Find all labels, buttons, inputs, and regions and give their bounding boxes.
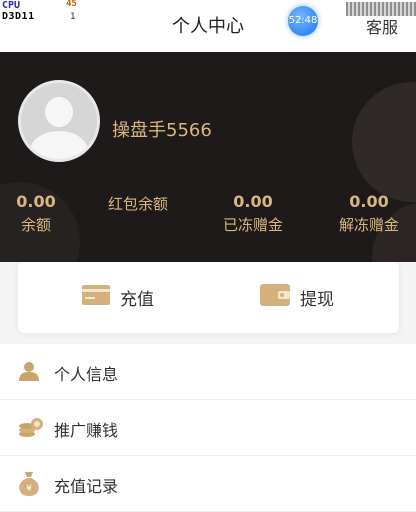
- stat-value: 0.00: [233, 192, 273, 211]
- profile-header: 操盘手5566 0.00 余额 红包余额 0.00 已冻赠金 0.00 解冻赠金: [0, 52, 416, 262]
- avatar-head-shape: [45, 97, 73, 127]
- stat-value: 0.00: [16, 192, 56, 211]
- withdraw-button[interactable]: 提现: [260, 284, 334, 310]
- customer-service-button[interactable]: 客服: [366, 14, 398, 38]
- recharge-button[interactable]: 充值: [82, 284, 154, 310]
- coins-icon: [18, 416, 44, 442]
- card-icon: [82, 285, 110, 309]
- stat-red-packet: 红包余额: [96, 191, 180, 234]
- person-icon: [18, 360, 40, 386]
- recharge-label: 充值: [120, 289, 154, 310]
- stat-label: 已冻赠金: [222, 216, 283, 234]
- stat-value: [96, 214, 180, 234]
- stat-label: 红包余额: [107, 195, 168, 213]
- stat-label: 解冻赠金: [338, 216, 399, 234]
- stat-label: 余额: [20, 216, 51, 234]
- cpu-label: CPU: [2, 0, 21, 11]
- stat-value: 0.00: [349, 192, 389, 211]
- menu-item-label: 个人信息: [54, 365, 119, 384]
- decor-circle: [352, 82, 416, 202]
- top-bar: CPU D3D11 45 1 个人中心 52:48 客服: [0, 0, 416, 52]
- avatar[interactable]: [18, 80, 100, 162]
- stat-unfrozen-bonus: 0.00 解冻赠金: [332, 192, 406, 235]
- fps-value: 45: [66, 0, 77, 9]
- action-card: 充值 提现: [18, 262, 399, 333]
- username: 操盘手5566: [112, 120, 212, 141]
- menu-item-personal-info[interactable]: 个人信息: [0, 344, 416, 400]
- money-bag-icon: ¥: [18, 472, 40, 500]
- menu-list: 个人信息 推广赚钱 ¥ 充值记录: [0, 344, 416, 512]
- menu-item-referral[interactable]: 推广赚钱: [0, 400, 416, 456]
- withdraw-label: 提现: [300, 289, 334, 310]
- menu-item-label: 充值记录: [54, 477, 119, 496]
- stat-balance: 0.00 余额: [8, 192, 64, 235]
- svg-text:¥: ¥: [26, 484, 32, 494]
- avatar-body-shape: [30, 131, 88, 159]
- menu-item-label: 推广赚钱: [54, 421, 119, 440]
- wallet-icon: [260, 284, 290, 310]
- stat-frozen-bonus: 0.00 已冻赠金: [216, 192, 290, 235]
- clock-badge[interactable]: 52:48: [288, 6, 318, 36]
